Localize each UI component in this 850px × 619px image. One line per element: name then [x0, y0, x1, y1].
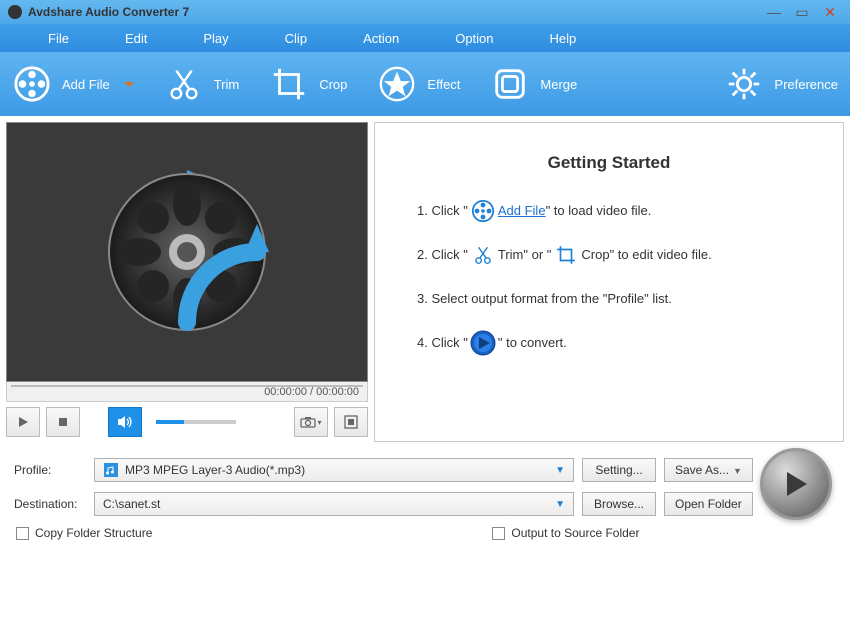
film-reel-icon — [12, 64, 52, 104]
output-to-source-checkbox[interactable]: Output to Source Folder — [492, 526, 639, 540]
play-button[interactable] — [6, 407, 40, 437]
scissors-icon — [470, 242, 496, 268]
app-icon — [8, 5, 22, 19]
destination-row: Destination: C:\sanet.st ▼ Browse... Ope… — [14, 492, 836, 516]
bottom-panel: Profile: MP3 MPEG Layer-3 Audio(*.mp3) ▼… — [0, 448, 850, 550]
menu-file[interactable]: File — [20, 31, 97, 46]
crop-label: Crop — [319, 77, 347, 92]
merge-icon — [490, 64, 530, 104]
snapshot-button[interactable]: ▾ — [294, 407, 328, 437]
info-step-3: 3. Select output format from the "Profil… — [417, 285, 801, 313]
merge-label: Merge — [540, 77, 577, 92]
minimize-button[interactable]: — — [762, 3, 786, 21]
scissors-icon — [164, 64, 204, 104]
video-preview — [6, 122, 368, 382]
destination-label: Destination: — [14, 497, 86, 511]
content-area: 00:00:00 / 00:00:00 ▾ Getting Started 1.… — [0, 116, 850, 448]
time-bar: 00:00:00 / 00:00:00 — [6, 382, 368, 402]
preference-label: Preference — [774, 77, 838, 92]
stop-button[interactable] — [46, 407, 80, 437]
audio-format-icon — [103, 462, 119, 478]
star-icon — [377, 64, 417, 104]
menu-action[interactable]: Action — [335, 31, 427, 46]
chevron-down-icon: ▼ — [555, 499, 565, 510]
effect-button[interactable]: Effect — [377, 64, 460, 104]
maximize-button[interactable]: ▭ — [790, 3, 814, 21]
info-step-2: 2. Click " Trim " or " Crop " to edit vi… — [417, 241, 801, 269]
destination-dropdown[interactable]: C:\sanet.st ▼ — [94, 492, 574, 516]
menu-clip[interactable]: Clip — [257, 31, 335, 46]
dropdown-arrow-icon — [124, 82, 134, 87]
progress-track[interactable] — [11, 385, 363, 387]
profile-value: MP3 MPEG Layer-3 Audio(*.mp3) — [125, 463, 305, 477]
close-button[interactable]: ✕ — [818, 3, 842, 21]
toolbar: Add File Trim Crop Effect Merge Preferen… — [0, 52, 850, 116]
crop-button[interactable]: Crop — [269, 64, 347, 104]
effect-label: Effect — [427, 77, 460, 92]
chevron-down-icon: ▼ — [555, 465, 565, 476]
profile-dropdown[interactable]: MP3 MPEG Layer-3 Audio(*.mp3) ▼ — [94, 458, 574, 482]
preference-button[interactable]: Preference — [724, 64, 838, 104]
menu-edit[interactable]: Edit — [97, 31, 175, 46]
destination-value: C:\sanet.st — [103, 497, 160, 511]
copy-folder-structure-checkbox[interactable]: Copy Folder Structure — [16, 526, 152, 540]
save-as-button[interactable]: Save As...▼ — [664, 458, 753, 482]
open-folder-button[interactable]: Open Folder — [664, 492, 753, 516]
crop-icon — [553, 242, 579, 268]
trim-button[interactable]: Trim — [164, 64, 240, 104]
info-step-4: 4. Click " " to convert. — [417, 329, 801, 357]
window-title: Avdshare Audio Converter 7 — [28, 5, 758, 19]
titlebar: Avdshare Audio Converter 7 — ▭ ✕ — [0, 0, 850, 24]
film-reel-icon — [470, 198, 496, 224]
convert-button[interactable] — [760, 448, 832, 520]
trim-label: Trim — [214, 77, 240, 92]
volume-slider[interactable] — [156, 420, 236, 424]
profile-row: Profile: MP3 MPEG Layer-3 Audio(*.mp3) ▼… — [14, 458, 836, 482]
volume-button[interactable] — [108, 407, 142, 437]
info-step-1: 1. Click " Add File " to load video file… — [417, 197, 801, 225]
checkbox-icon — [492, 527, 505, 540]
fullscreen-button[interactable] — [334, 407, 368, 437]
menu-option[interactable]: Option — [427, 31, 521, 46]
setting-button[interactable]: Setting... — [582, 458, 656, 482]
crop-icon — [269, 64, 309, 104]
profile-label: Profile: — [14, 463, 86, 477]
merge-button[interactable]: Merge — [490, 64, 577, 104]
add-file-label: Add File — [62, 77, 110, 92]
menu-help[interactable]: Help — [522, 31, 605, 46]
checkbox-icon — [16, 527, 29, 540]
player-controls: ▾ — [6, 402, 368, 442]
menubar: File Edit Play Clip Action Option Help — [0, 24, 850, 52]
add-file-button[interactable]: Add File — [12, 64, 134, 104]
time-display: 00:00:00 / 00:00:00 — [264, 386, 359, 398]
add-file-link[interactable]: Add File — [498, 197, 546, 225]
info-title: Getting Started — [417, 153, 801, 173]
getting-started-panel: Getting Started 1. Click " Add File " to… — [374, 122, 844, 442]
convert-icon — [470, 330, 496, 356]
browse-button[interactable]: Browse... — [582, 492, 656, 516]
placeholder-reel-icon — [87, 152, 287, 352]
menu-play[interactable]: Play — [175, 31, 256, 46]
preview-panel: 00:00:00 / 00:00:00 ▾ — [6, 122, 368, 442]
gear-icon — [724, 64, 764, 104]
